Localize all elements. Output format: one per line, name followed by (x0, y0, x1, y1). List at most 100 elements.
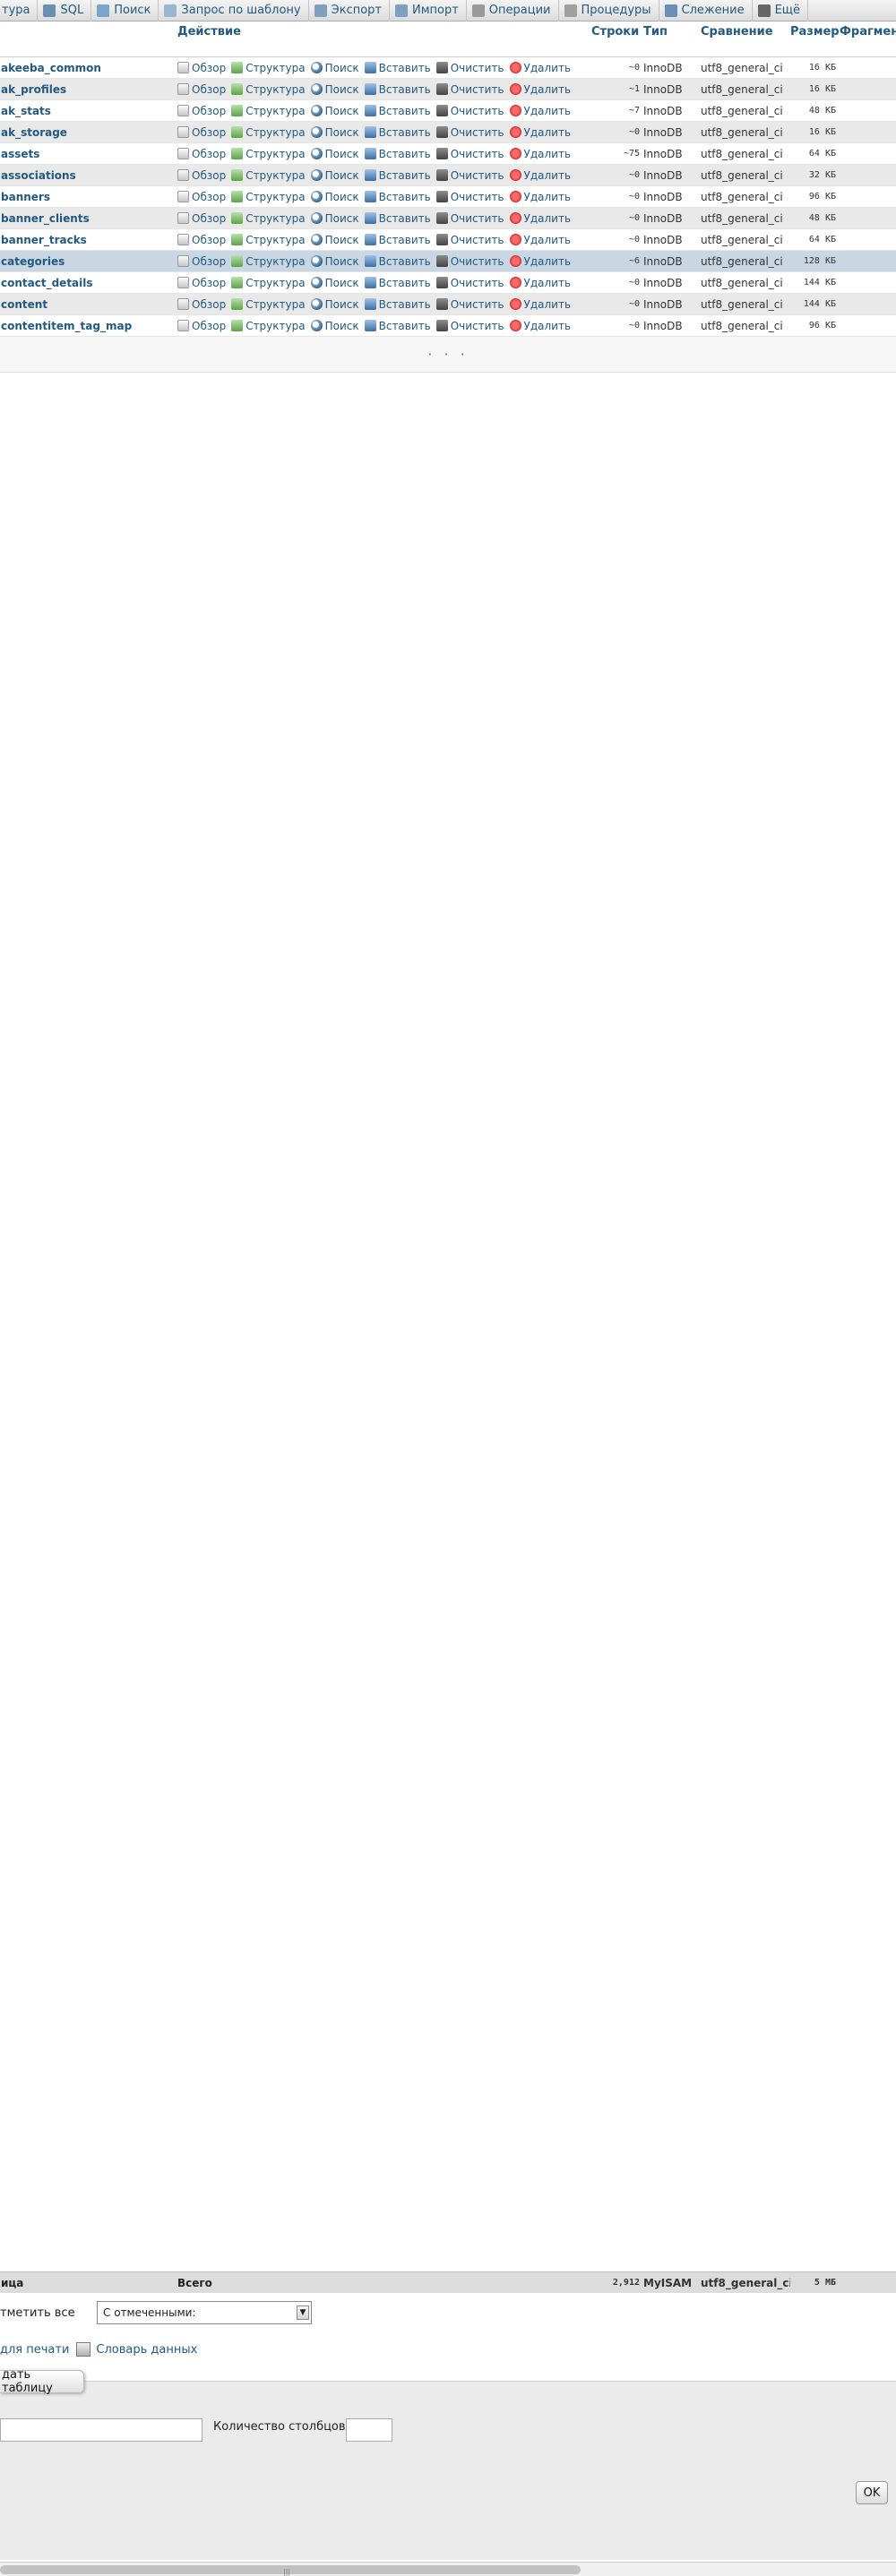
browse-action[interactable]: Обзор (177, 62, 226, 74)
search-action[interactable]: Поиск (310, 277, 359, 289)
header-rows[interactable]: Строки (591, 21, 643, 56)
search-action[interactable]: Поиск (310, 105, 359, 117)
structure-action[interactable]: Структура (231, 191, 306, 203)
menu-tab-2[interactable]: Поиск (91, 0, 159, 21)
structure-action[interactable]: Структура (231, 62, 306, 74)
menu-tab-5[interactable]: Импорт (390, 0, 467, 21)
table-name-link[interactable]: banner_clients (0, 212, 177, 225)
table-name-link[interactable]: ak_storage (0, 126, 177, 139)
empty-action[interactable]: Очистить (435, 277, 504, 289)
insert-action[interactable]: Вставить (364, 298, 431, 311)
header-collation[interactable]: Сравнение (701, 21, 790, 56)
empty-action[interactable]: Очистить (435, 62, 504, 74)
browse-action[interactable]: Обзор (177, 234, 226, 246)
table-name-link[interactable]: categories (0, 255, 177, 268)
search-action[interactable]: Поиск (310, 83, 359, 96)
drop-action[interactable]: Удалить (509, 62, 571, 74)
browse-action[interactable]: Обзор (177, 320, 226, 332)
header-type[interactable]: Тип (643, 21, 701, 56)
browse-action[interactable]: Обзор (177, 83, 226, 96)
search-action[interactable]: Поиск (310, 320, 359, 332)
search-action[interactable]: Поиск (310, 126, 359, 139)
drop-action[interactable]: Удалить (509, 148, 571, 160)
insert-action[interactable]: Вставить (364, 320, 431, 332)
search-action[interactable]: Поиск (310, 169, 359, 182)
table-name-link[interactable]: associations (0, 169, 177, 182)
table-name-link[interactable]: contact_details (0, 277, 177, 289)
structure-action[interactable]: Структура (231, 83, 306, 96)
structure-action[interactable]: Структура (231, 234, 306, 246)
drop-action[interactable]: Удалить (509, 83, 571, 96)
insert-action[interactable]: Вставить (364, 148, 431, 160)
insert-action[interactable]: Вставить (364, 105, 431, 117)
browse-action[interactable]: Обзор (177, 212, 226, 225)
empty-action[interactable]: Очистить (435, 234, 504, 246)
structure-action[interactable]: Структура (231, 126, 306, 139)
ok-button[interactable]: OK (856, 2481, 888, 2504)
structure-action[interactable]: Структура (231, 148, 306, 160)
browse-action[interactable]: Обзор (177, 105, 226, 117)
menu-tab-9[interactable]: Ещё (753, 0, 809, 21)
table-name-link[interactable]: assets (0, 148, 177, 160)
browse-action[interactable]: Обзор (177, 298, 226, 311)
browse-action[interactable]: Обзор (177, 191, 226, 203)
empty-action[interactable]: Очистить (435, 191, 504, 203)
empty-action[interactable]: Очистить (435, 148, 504, 160)
search-action[interactable]: Поиск (310, 234, 359, 246)
table-name-input[interactable] (0, 2418, 202, 2442)
table-name-link[interactable]: ak_profiles (0, 83, 177, 96)
search-action[interactable]: Поиск (310, 62, 359, 74)
drop-action[interactable]: Удалить (509, 169, 571, 182)
structure-action[interactable]: Структура (231, 320, 306, 332)
menu-tab-8[interactable]: Слежение (659, 0, 753, 21)
search-action[interactable]: Поиск (310, 212, 359, 225)
structure-action[interactable]: Структура (231, 277, 306, 289)
table-name-link[interactable]: akeeba_common (0, 62, 177, 74)
empty-action[interactable]: Очистить (435, 298, 504, 311)
scrollbar-thumb[interactable]: ||| (0, 2565, 581, 2576)
empty-action[interactable]: Очистить (435, 212, 504, 225)
menu-tab-4[interactable]: Экспорт (309, 0, 390, 21)
drop-action[interactable]: Удалить (509, 320, 571, 332)
browse-action[interactable]: Обзор (177, 169, 226, 182)
drop-action[interactable]: Удалить (509, 191, 571, 203)
empty-action[interactable]: Очистить (435, 126, 504, 139)
menu-tab-6[interactable]: Операции (467, 0, 559, 21)
insert-action[interactable]: Вставить (364, 191, 431, 203)
menu-tab-1[interactable]: SQL (38, 0, 92, 21)
columns-count-input[interactable] (346, 2418, 392, 2442)
menu-tab-7[interactable]: Процедуры (559, 0, 659, 21)
structure-action[interactable]: Структура (231, 105, 306, 117)
empty-action[interactable]: Очистить (435, 83, 504, 96)
insert-action[interactable]: Вставить (364, 169, 431, 182)
empty-action[interactable]: Очистить (435, 320, 504, 332)
drop-action[interactable]: Удалить (509, 105, 571, 117)
browse-action[interactable]: Обзор (177, 126, 226, 139)
browse-action[interactable]: Обзор (177, 255, 226, 268)
search-action[interactable]: Поиск (310, 255, 359, 268)
drop-action[interactable]: Удалить (509, 298, 571, 311)
empty-action[interactable]: Очистить (435, 105, 504, 117)
browse-action[interactable]: Обзор (177, 148, 226, 160)
drop-action[interactable]: Удалить (509, 255, 571, 268)
browse-action[interactable]: Обзор (177, 277, 226, 289)
empty-action[interactable]: Очистить (435, 169, 504, 182)
with-selected-select[interactable]: С отмеченными: ▼ (97, 2301, 312, 2324)
mark-all-link[interactable]: тметить все (0, 2299, 75, 2326)
data-dictionary-link[interactable]: Словарь данных (96, 2343, 197, 2357)
search-action[interactable]: Поиск (310, 148, 359, 160)
menu-tab-3[interactable]: Запрос по шаблону (159, 0, 309, 21)
structure-action[interactable]: Структура (231, 298, 306, 311)
empty-action[interactable]: Очистить (435, 255, 504, 268)
insert-action[interactable]: Вставить (364, 62, 431, 74)
drop-action[interactable]: Удалить (509, 212, 571, 225)
drop-action[interactable]: Удалить (509, 277, 571, 289)
horizontal-scrollbar[interactable]: ||| (0, 2562, 896, 2576)
print-view-link[interactable]: для печати (0, 2343, 69, 2357)
drop-action[interactable]: Удалить (509, 234, 571, 246)
table-name-link[interactable]: banner_tracks (0, 234, 177, 246)
insert-action[interactable]: Вставить (364, 234, 431, 246)
table-name-link[interactable]: ak_stats (0, 105, 177, 117)
insert-action[interactable]: Вставить (364, 255, 431, 268)
table-name-link[interactable]: banners (0, 191, 177, 203)
